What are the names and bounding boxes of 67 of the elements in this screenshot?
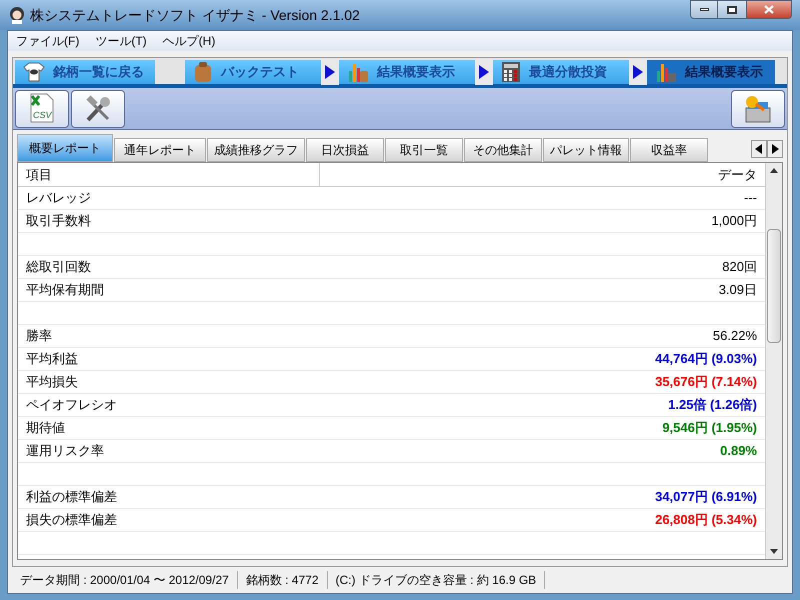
close-icon [764, 5, 774, 14]
table-cell-text: 運用リスク率 [25, 442, 105, 460]
minimize-button[interactable] [690, 0, 718, 19]
step-tab[interactable]: 結果概要表示 [339, 60, 475, 84]
report-tab[interactable]: 日次損益 [306, 138, 384, 162]
step-tab[interactable]: バックテスト [185, 60, 321, 84]
table-cell-text: 44,764円 (9.03%) [654, 350, 758, 368]
table-cell-text: 損失の標準偏差 [25, 511, 118, 530]
table-cell-text: 0.89% [719, 442, 758, 460]
table-cell-text: 平均利益 [25, 350, 79, 368]
tools-button[interactable] [71, 90, 125, 128]
table-cell-text: レバレッジ [25, 189, 92, 208]
table-cell-text: 1,000円 [710, 212, 758, 230]
table-cell-text: 9,546円 (1.95%) [661, 419, 758, 438]
table-cell-text: 1.25倍 (1.26倍) [667, 396, 758, 414]
tab-scroll-right-button[interactable] [767, 140, 783, 158]
status-text: (C:) ドライブの空き容量 : 約 16.9 GB [328, 571, 546, 589]
table-cell-text: 利益の標準偏差 [25, 488, 118, 506]
left-arrow-icon [755, 144, 763, 154]
table-cell-text: 820回 [721, 258, 758, 276]
status-text: 銘柄数 : 4772 [238, 571, 328, 589]
close-button[interactable] [746, 0, 792, 19]
column-header: データ [717, 166, 758, 184]
report-tab[interactable]: その他集計 [464, 138, 542, 162]
tab-scroll-left-button[interactable] [751, 140, 767, 158]
table-cell-text: 勝率 [25, 327, 53, 346]
report-tab[interactable]: 取引一覧 [385, 138, 463, 162]
table-cell-text: 35,676円 (7.14%) [654, 373, 758, 392]
table-cell-text: --- [743, 189, 758, 208]
csv-label: CSV [33, 108, 52, 122]
bar-chart-icon [347, 61, 369, 83]
csv-export-button[interactable]: CSV [15, 90, 69, 128]
calculator-icon [501, 61, 521, 83]
report-tab[interactable]: 収益率 [630, 138, 708, 162]
menu-item[interactable]: ツール(T) [95, 32, 147, 50]
table-cell-text: 期待値 [25, 419, 66, 438]
report-tab[interactable]: パレット情報 [543, 138, 629, 162]
table-cell-text: 平均損失 [25, 373, 79, 392]
maximize-button[interactable] [718, 0, 746, 19]
table-cell-text: 平均保有期間 [25, 281, 105, 300]
report-tab[interactable]: 通年レポート [114, 138, 206, 162]
table-cell-text: 26,808円 (5.34%) [654, 511, 758, 530]
menu-item[interactable]: ヘルプ(H) [162, 32, 216, 50]
table-cell-text: ペイオフレシオ [25, 396, 118, 414]
step-tab[interactable]: 最適分散投資 [493, 60, 629, 84]
table-cell-text: 56.22% [712, 327, 758, 346]
bar-chart-icon [655, 61, 677, 83]
girl-avatar-icon [8, 6, 26, 24]
spreadsheet-icon [29, 92, 55, 122]
bag-icon [193, 61, 213, 83]
shirt-icon [23, 62, 45, 82]
menu-item[interactable]: ファイル(F) [16, 32, 80, 50]
column-header: 項目 [18, 163, 320, 186]
right-arrow-icon [771, 144, 779, 154]
report-tab[interactable]: 概要レポート [17, 134, 113, 162]
up-arrow-icon [770, 168, 778, 173]
table-cell-text: 3.09日 [718, 281, 758, 300]
vertical-scrollbar[interactable] [765, 163, 782, 559]
scroll-thumb[interactable] [767, 229, 781, 343]
table-cell-text: 総取引回数 [25, 258, 92, 276]
report-tab[interactable]: 成績推移グラフ [207, 138, 305, 162]
window-title: 株システムトレードソフト イザナミ - Version 2.1.02 [30, 6, 360, 24]
step-tab[interactable]: 銘柄一覧に戻る [15, 60, 155, 84]
status-text: データ期間 : 2000/01/04 〜 2012/09/27 [12, 571, 238, 589]
table-cell-text: 34,077円 (6.91%) [654, 488, 758, 506]
table-cell-text: 取引手数料 [25, 212, 92, 230]
down-arrow-icon [770, 549, 778, 554]
